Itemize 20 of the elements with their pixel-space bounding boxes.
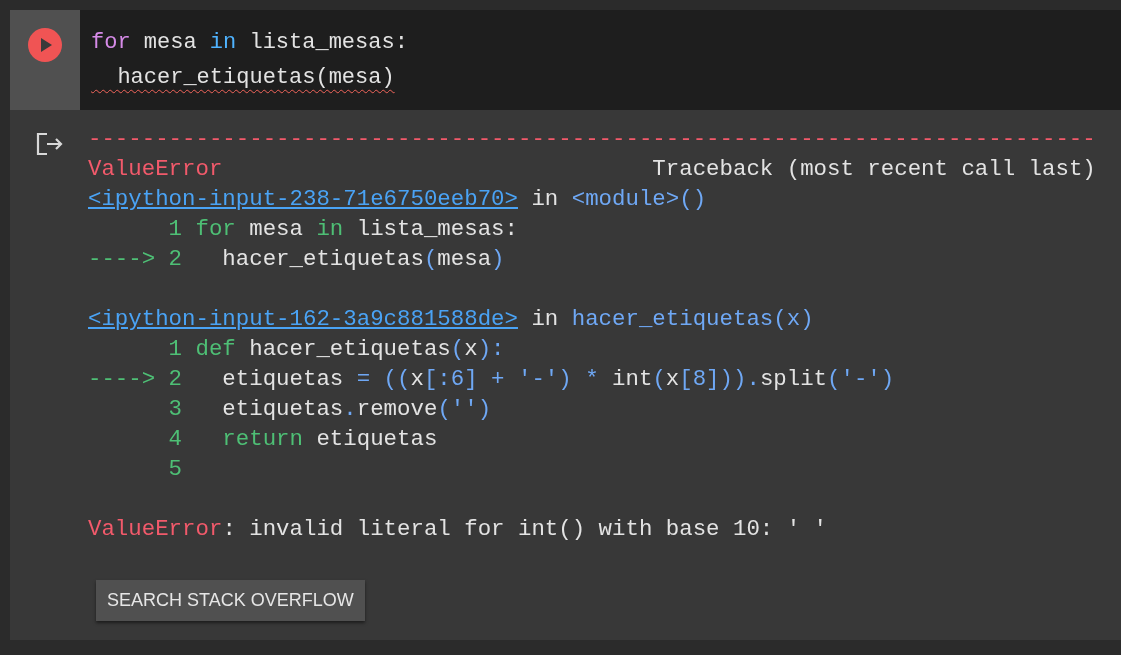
traceback-line: --------------------------------------------------------------------------- (88, 125, 1096, 154)
traceback-line: 5 (167, 455, 183, 484)
traceback-line: 3 etiquetas.remove('') (167, 395, 492, 424)
code-line: for mesa in lista_mesas: (91, 29, 408, 57)
traceback-line: ValueError Traceback (most recent call last) (88, 155, 1096, 184)
file-link[interactable]: <ipython-input-162-3a9c881588de> (88, 306, 518, 332)
traceback-line: ValueError: invalid literal for int() with base 10: ' ' (88, 515, 828, 544)
traceback-line: 4 return etiquetas (167, 425, 438, 454)
run-button[interactable] (28, 28, 62, 62)
search-stack-overflow-button[interactable]: SEARCH STACK OVERFLOW (96, 580, 365, 621)
traceback-line: 1 def hacer_etiquetas(x): (167, 335, 505, 364)
code-line: hacer_etiquetas(mesa) (116, 64, 395, 92)
traceback-line: <ipython-input-238-71e6750eeb70> in <module>() (88, 185, 707, 214)
code-editor[interactable]: for mesa in lista_mesas: hacer_etiquetas(mesa) (80, 10, 1121, 110)
traceback-line: <ipython-input-162-3a9c881588de> in hacer_etiquetas(x) (88, 305, 814, 334)
output-icon (35, 132, 63, 156)
file-link[interactable]: <ipython-input-238-71e6750eeb70> (88, 186, 518, 212)
traceback-line: 1 for mesa in lista_mesas: (167, 215, 518, 244)
traceback-line: ----> 2 etiquetas = ((x[:6] + '-') * int(x[8])).split('-') (88, 365, 895, 394)
traceback-line: ----> 2 hacer_etiquetas(mesa) (88, 245, 505, 274)
